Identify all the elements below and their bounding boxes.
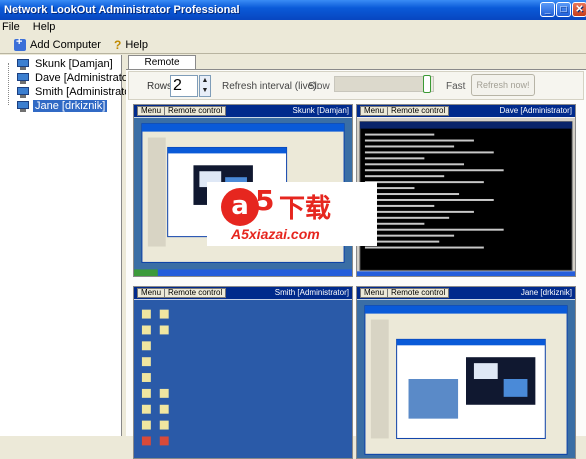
- add-computer-button[interactable]: Add Computer: [10, 36, 105, 53]
- add-computer-label: Add Computer: [30, 38, 101, 51]
- maximize-button[interactable]: □: [556, 2, 571, 17]
- menu-help[interactable]: Help: [31, 21, 56, 33]
- title-bar: Network LookOut Administrator Profession…: [0, 0, 586, 20]
- watermark-five: 5: [255, 184, 275, 217]
- computer-icon: [16, 72, 30, 84]
- menu-bar: File Help: [0, 20, 586, 35]
- minimize-button[interactable]: _: [540, 2, 555, 17]
- close-button[interactable]: ✕: [572, 2, 586, 17]
- help-button[interactable]: ? Help: [110, 36, 152, 53]
- tree-item-dave[interactable]: Dave [Administrator]: [16, 71, 137, 85]
- refresh-now-button[interactable]: Refresh now!: [471, 74, 535, 96]
- screen-thumbnail: [134, 299, 352, 458]
- remote-control-button[interactable]: Remote control: [387, 288, 450, 298]
- screen-menu-button[interactable]: Menu: [360, 288, 389, 298]
- computer-icon: [16, 86, 30, 98]
- screen-owner: Jane [drkiznik]: [520, 288, 572, 297]
- screen-owner: Skunk [Damjan]: [292, 106, 349, 115]
- fast-label: Fast: [446, 81, 466, 92]
- help-icon: ?: [114, 37, 122, 52]
- window-title: Network LookOut Administrator Profession…: [4, 4, 240, 16]
- slider-thumb[interactable]: [423, 75, 431, 93]
- tree-item-smith[interactable]: Smith [Administrator]: [16, 85, 139, 99]
- computer-tree[interactable]: Skunk [Damjan] Dave [Administrator] Smit…: [0, 55, 137, 436]
- remote-control-button[interactable]: Remote control: [387, 106, 450, 116]
- remote-control-button[interactable]: Remote control: [164, 106, 227, 116]
- remote-screen-jane[interactable]: Menu Remote control Jane [drkiznik]: [356, 286, 576, 459]
- screen-owner: Smith [Administrator]: [274, 288, 349, 297]
- remote-screen-dave[interactable]: Menu Remote control Dave [Administrator]: [356, 104, 576, 277]
- rows-stepper[interactable]: ▲ ▼: [199, 75, 211, 97]
- slow-label: Slow: [308, 81, 330, 92]
- tree-item-label: Smith [Administrator]: [35, 86, 138, 98]
- refresh-interval-label: Refresh interval (live):: [222, 81, 320, 92]
- tree-item-label: Skunk [Damjan]: [35, 58, 113, 70]
- screen-menu-button[interactable]: Menu: [360, 106, 389, 116]
- tree-item-label: Jane [drkiznik]: [33, 100, 108, 112]
- screen-header: Menu Remote control Smith [Administrator…: [134, 287, 352, 299]
- watermark-chinese: 下载: [279, 194, 332, 224]
- rows-input[interactable]: 2: [170, 75, 198, 97]
- menu-file[interactable]: File: [0, 21, 20, 33]
- refresh-slider[interactable]: [334, 75, 434, 93]
- tree-item-jane[interactable]: Jane [drkiznik]: [16, 99, 108, 113]
- slider-fill: [335, 77, 423, 91]
- add-computer-icon: [14, 36, 26, 51]
- tab-remote-screens[interactable]: Remote Screens: [128, 55, 196, 82]
- screen-header: Menu Remote control Skunk [Damjan]: [134, 105, 352, 117]
- screen-owner: Dave [Administrator]: [499, 106, 572, 115]
- screen-header: Menu Remote control Jane [drkiznik]: [357, 287, 575, 299]
- a5-logo-icon: a: [221, 188, 259, 226]
- remote-control-button[interactable]: Remote control: [164, 288, 227, 298]
- tree-item-skunk[interactable]: Skunk [Damjan]: [16, 57, 115, 71]
- screen-menu-button[interactable]: Menu: [137, 288, 166, 298]
- a5-watermark: a 5 下载 A5xiazai.com: [207, 182, 377, 246]
- screen-thumbnail: [357, 117, 575, 276]
- tree-connector: [8, 63, 9, 105]
- stepper-down-icon[interactable]: ▼: [200, 86, 210, 96]
- toolbar: Add Computer ? Help: [0, 35, 586, 54]
- screen-header: Menu Remote control Dave [Administrator]: [357, 105, 575, 117]
- stepper-up-icon[interactable]: ▲: [200, 76, 210, 86]
- remote-screen-smith[interactable]: Menu Remote control Smith [Administrator…: [133, 286, 353, 459]
- screen-thumbnail: [357, 299, 575, 458]
- screen-menu-button[interactable]: Menu: [137, 106, 166, 116]
- watermark-url: A5xiazai.com: [231, 226, 320, 242]
- tree-item-label: Dave [Administrator]: [35, 72, 135, 84]
- help-label: Help: [125, 38, 148, 51]
- computer-icon: [16, 100, 30, 112]
- computer-icon: [16, 58, 30, 70]
